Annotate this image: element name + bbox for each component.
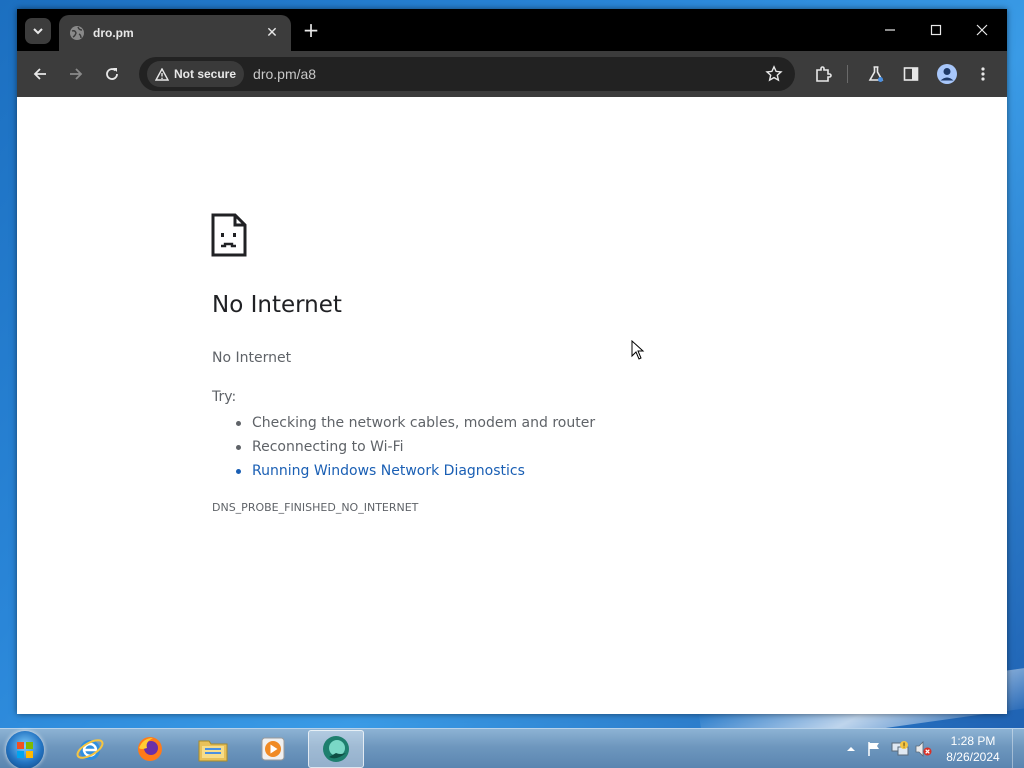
close-window-button[interactable] — [959, 9, 1005, 51]
tab-title: dro.pm — [93, 26, 134, 40]
toolbar-divider — [847, 65, 848, 83]
chevron-down-icon — [33, 28, 43, 35]
profile-button[interactable] — [935, 62, 959, 86]
error-code: DNS_PROBE_FINISHED_NO_INTERNET — [212, 501, 419, 514]
maximize-icon — [930, 24, 942, 36]
security-indicator[interactable]: Not secure — [147, 61, 245, 87]
security-label: Not secure — [174, 67, 237, 81]
arrow-left-icon — [33, 68, 46, 80]
network-diagnostics-link[interactable]: Running Windows Network Diagnostics — [212, 459, 595, 483]
folder-icon — [198, 740, 228, 762]
kebab-menu-icon — [981, 67, 985, 81]
internet-explorer-icon — [76, 739, 104, 760]
forward-button[interactable] — [64, 62, 88, 86]
error-title: No Internet — [212, 292, 342, 318]
url-text[interactable]: dro.pm/a8 — [253, 66, 316, 82]
minimize-button[interactable] — [867, 9, 913, 51]
tab-active[interactable]: dro.pm ✕ — [59, 15, 291, 51]
volume-muted-icon[interactable] — [914, 741, 932, 757]
menu-button[interactable] — [971, 62, 995, 86]
minimize-icon — [885, 29, 895, 31]
taskbar-app-file-explorer[interactable] — [185, 730, 241, 768]
system-clock[interactable]: 1:28 PM 8/26/2024 — [940, 733, 1006, 765]
side-panel-icon — [903, 67, 919, 81]
reload-button[interactable] — [100, 62, 124, 86]
mouse-cursor-icon — [631, 340, 645, 360]
tab-strip: dro.pm ✕ + — [17, 9, 1007, 51]
labs-button[interactable] — [864, 62, 888, 86]
suggestions-list: Checking the network cables, modem and r… — [212, 411, 595, 483]
taskbar-app-browser[interactable] — [308, 730, 364, 768]
clock-time: 1:28 PM — [950, 734, 996, 748]
try-label: Try: — [212, 389, 237, 405]
sad-document-icon — [211, 213, 247, 257]
globe-icon — [69, 25, 85, 41]
action-center-flag-icon[interactable] — [866, 741, 882, 757]
back-button[interactable] — [28, 62, 52, 86]
reload-icon — [106, 68, 118, 80]
side-panel-button[interactable] — [899, 62, 923, 86]
browser-window: dro.pm ✕ + Not secure dro.pm/a8 No Inter… — [17, 9, 1007, 714]
show-desktop-button[interactable] — [1012, 729, 1024, 768]
puzzle-icon — [816, 66, 832, 82]
browser-app-icon — [323, 736, 349, 762]
windows-logo-icon — [17, 742, 33, 758]
address-bar[interactable]: Not secure dro.pm/a8 — [139, 57, 795, 91]
new-tab-button[interactable]: + — [300, 20, 322, 40]
arrow-right-icon — [70, 68, 83, 80]
avatar-icon — [937, 64, 957, 84]
page-content: No Internet No Internet Try: Checking th… — [17, 97, 1007, 714]
start-button[interactable] — [6, 731, 44, 768]
taskbar-app-media-player[interactable] — [245, 730, 301, 768]
taskbar-app-firefox[interactable] — [122, 730, 178, 768]
svg-text:!: ! — [903, 742, 906, 750]
warning-icon — [155, 67, 169, 81]
clock-date: 8/26/2024 — [946, 750, 1000, 764]
firefox-icon — [138, 737, 162, 761]
taskbar-app-internet-explorer[interactable] — [62, 730, 118, 768]
tab-search-button[interactable] — [25, 18, 51, 44]
maximize-button[interactable] — [913, 9, 959, 51]
tab-close-icon[interactable]: ✕ — [263, 25, 281, 41]
media-player-icon — [261, 737, 285, 761]
bookmark-star-icon[interactable] — [765, 65, 783, 83]
extensions-button[interactable] — [811, 62, 835, 86]
flask-icon — [868, 66, 884, 82]
taskbar: ! 1:28 PM 8/26/2024 — [0, 728, 1024, 768]
close-icon — [976, 24, 988, 36]
suggestion-item: Reconnecting to Wi-Fi — [212, 435, 595, 459]
browser-toolbar: Not secure dro.pm/a8 — [17, 51, 1007, 97]
show-hidden-icons-icon[interactable] — [846, 744, 856, 754]
error-subtitle: No Internet — [212, 350, 292, 366]
network-disconnected-icon[interactable]: ! — [891, 740, 909, 758]
suggestion-item: Checking the network cables, modem and r… — [212, 411, 595, 435]
